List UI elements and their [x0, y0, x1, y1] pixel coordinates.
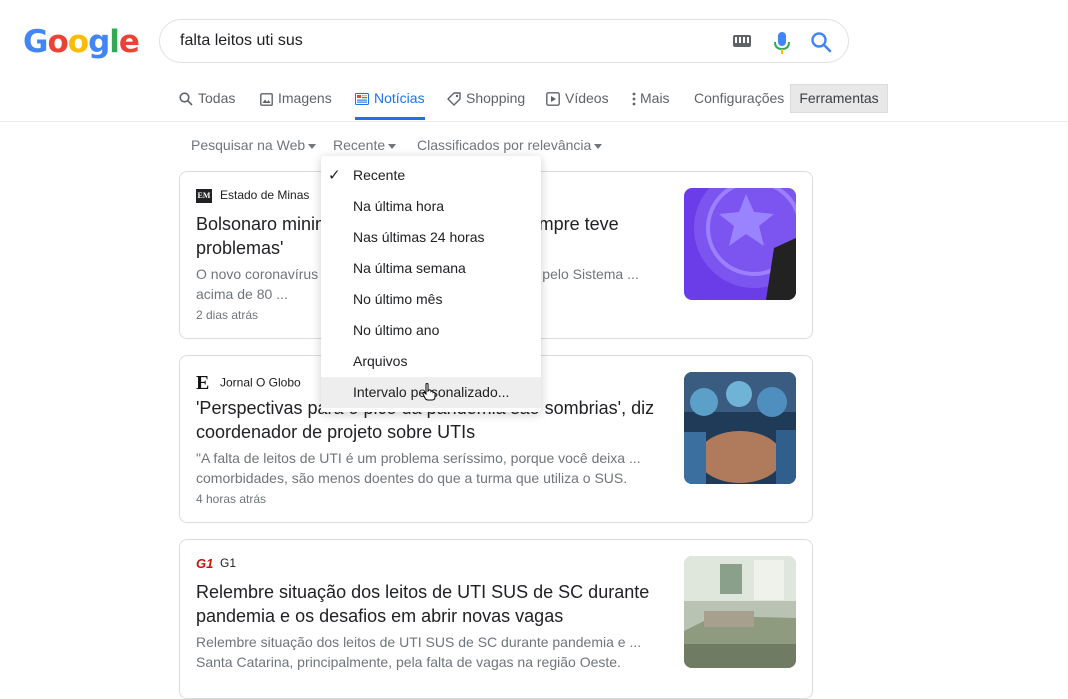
tab-label: Imagens: [278, 90, 332, 106]
menu-item-label: Na última semana: [353, 260, 466, 276]
menu-item-arquivos[interactable]: Arquivos: [321, 346, 541, 377]
chevron-down-icon: [308, 143, 317, 149]
logo-letter: l: [109, 24, 120, 60]
menu-item-recente[interactable]: ✓ Recente: [321, 160, 541, 191]
microphone-icon[interactable]: [774, 32, 790, 54]
menu-item-label: Recente: [353, 167, 406, 183]
news-icon: [355, 93, 369, 106]
news-age: 2 dias atrás: [196, 308, 259, 322]
thumbnail-image: [684, 372, 796, 484]
news-card[interactable]: G1 G1 Relembre situação dos leitos de UTI…: [179, 539, 813, 699]
filter-web[interactable]: Pesquisar na Web: [191, 137, 317, 153]
tab-mais[interactable]: Mais: [632, 82, 670, 119]
logo-letter: o: [47, 24, 68, 60]
news-source: G1 G1: [196, 556, 236, 571]
tab-label: Notícias: [374, 90, 425, 106]
google-logo[interactable]: Google: [23, 22, 140, 62]
logo-letter: g: [88, 24, 110, 60]
tab-videos[interactable]: Vídeos: [546, 82, 609, 119]
source-name: Jornal O Globo: [220, 375, 301, 390]
hand-cursor-icon: [422, 383, 436, 401]
filter-label: Recente: [333, 137, 386, 153]
news-headline[interactable]: Relembre situação dos leitos de UTI SUS …: [196, 580, 666, 628]
keyboard-icon[interactable]: [733, 35, 751, 47]
search-box: [159, 19, 849, 63]
tab-todas[interactable]: Todas: [179, 82, 235, 119]
tab-shopping[interactable]: Shopping: [447, 82, 525, 119]
news-source: EM Estado de Minas: [196, 188, 309, 203]
filter-time[interactable]: Recente: [333, 137, 397, 153]
checkmark-icon: ✓: [328, 167, 341, 184]
time-filter-menu: ✓ Recente Na última hora Nas últimas 24 h…: [321, 156, 541, 412]
tabs-divider: [0, 121, 1068, 122]
news-snippet: "A falta de leitos de UTI é um problema …: [196, 450, 641, 486]
thumbnail-image: [684, 188, 796, 300]
filter-sort[interactable]: Classificados por relevância: [417, 137, 603, 153]
play-icon: [546, 92, 560, 107]
menu-item-label: No último mês: [353, 291, 443, 307]
logo-letter: G: [23, 24, 48, 60]
search-input[interactable]: [180, 20, 720, 62]
news-source: E Jornal O Globo: [196, 372, 301, 395]
search-icon[interactable]: [810, 31, 832, 53]
filter-label: Classificados por relevância: [417, 137, 592, 153]
tab-label: Shopping: [466, 90, 526, 106]
menu-item-label: Na última hora: [353, 198, 445, 214]
news-age: 4 horas atrás: [196, 492, 267, 506]
menu-item-label: Nas últimas 24 horas: [353, 229, 485, 245]
tab-label: Mais: [640, 90, 670, 106]
logo-letter: e: [118, 24, 140, 60]
menu-item-ultimas-24-horas[interactable]: Nas últimas 24 horas: [321, 222, 541, 253]
tag-icon: [447, 92, 461, 106]
tab-label: Configurações: [694, 90, 785, 106]
news-snippet: Relembre situação dos leitos de UTI SUS …: [196, 634, 642, 670]
chevron-down-icon: [388, 143, 397, 149]
o-globo-logo: E: [196, 372, 210, 394]
news-thumbnail[interactable]: [684, 372, 796, 484]
source-name: G1: [220, 556, 237, 570]
more-vert-icon: [632, 92, 636, 106]
tab-label: Vídeos: [565, 90, 609, 106]
news-thumbnail[interactable]: [684, 556, 796, 668]
menu-item-label: No último ano: [353, 322, 440, 338]
thumbnail-image: [684, 556, 796, 668]
menu-item-label: Arquivos: [353, 353, 408, 369]
search-icon: [179, 92, 193, 106]
tab-label: Todas: [198, 90, 236, 106]
menu-item-ultimo-ano[interactable]: No último ano: [321, 315, 541, 346]
estado-de-minas-logo: EM: [196, 188, 212, 203]
source-name: Estado de Minas: [220, 188, 310, 202]
image-icon: [260, 92, 273, 106]
tab-imagens[interactable]: Imagens: [260, 82, 332, 119]
logo-letter: o: [67, 24, 89, 60]
chevron-down-icon: [594, 143, 603, 149]
menu-item-ultimo-mes[interactable]: No último mês: [321, 284, 541, 315]
tools-button[interactable]: Ferramentas: [790, 84, 888, 113]
menu-item-ultima-semana[interactable]: Na última semana: [321, 253, 541, 284]
tab-noticias[interactable]: Notícias: [355, 82, 425, 120]
g1-logo: G1: [196, 556, 214, 572]
tab-configuracoes[interactable]: Configurações: [694, 82, 784, 119]
news-thumbnail[interactable]: [684, 188, 796, 300]
filter-label: Pesquisar na Web: [191, 137, 306, 153]
menu-item-ultima-hora[interactable]: Na última hora: [321, 191, 541, 222]
